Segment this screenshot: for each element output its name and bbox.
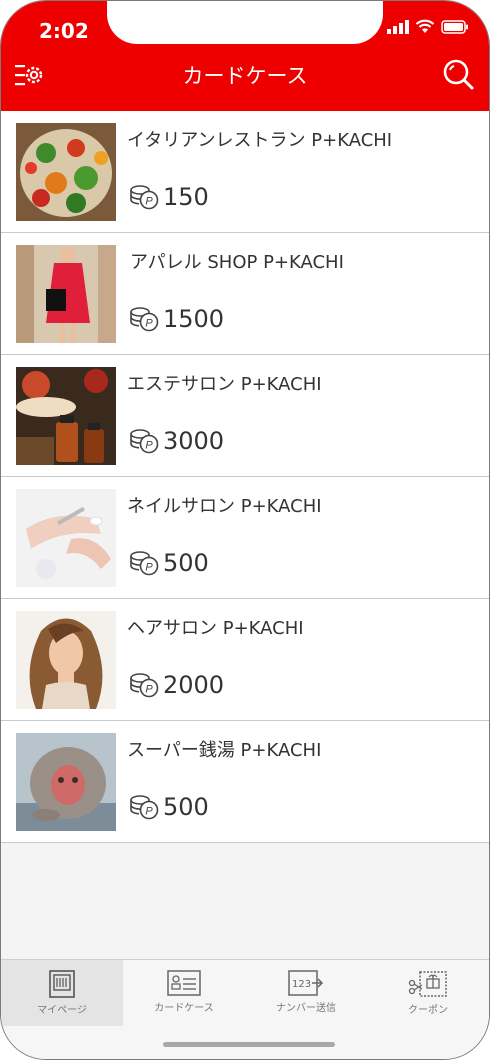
card-name: ネイルサロン P+KACHI [127, 496, 322, 517]
card-list: イタリアンレストラン P+KACHI P 150 アパレル SHOP P+KAC… [1, 111, 489, 843]
tab-label: ナンバー送信 [276, 1003, 336, 1014]
points: P 2000 [129, 671, 224, 699]
svg-text:P: P [145, 196, 153, 208]
point-coin-icon: P [130, 185, 159, 210]
card-row[interactable]: ネイルサロン P+KACHI P 500 [1, 477, 489, 599]
nail-image [16, 489, 116, 587]
status-time: 2:02 [39, 19, 89, 43]
points: P 3000 [129, 427, 224, 455]
search-icon[interactable] [441, 57, 475, 91]
svg-text:P: P [145, 684, 153, 696]
card-name: スーパー銭湯 P+KACHI [127, 740, 322, 761]
home-indicator[interactable] [163, 1042, 335, 1047]
point-coin-icon: P [130, 795, 159, 820]
signal-icon [387, 19, 409, 34]
wifi-icon [415, 19, 435, 33]
card-row[interactable]: スーパー銭湯 P+KACHI P 500 [1, 721, 489, 843]
tab-card-case[interactable]: カードケース [123, 960, 245, 1026]
card-row[interactable]: イタリアンレストラン P+KACHI P 150 [1, 111, 489, 233]
point-coin-icon: P [130, 673, 159, 698]
points: P 1500 [129, 305, 224, 333]
point-value: 2000 [163, 671, 225, 699]
point-coin-icon: P [130, 307, 159, 332]
points: P 500 [129, 793, 209, 821]
tab-label: クーポン [408, 1005, 448, 1016]
device-notch [107, 1, 383, 44]
fashion-image [16, 245, 116, 343]
status-icons [387, 19, 469, 34]
point-value: 150 [163, 183, 209, 211]
aroma-oil-image [16, 367, 116, 465]
point-value: 3000 [163, 427, 225, 455]
card-name: ヘアサロン P+KACHI [127, 618, 304, 639]
hair-model-image [16, 611, 116, 709]
phone-frame: 2:02 カードケース イタリアンレストラン P+KACHI P 150 アパレ… [0, 0, 490, 1060]
mypage-icon [49, 970, 75, 998]
card-case-icon [167, 970, 201, 996]
point-value: 1500 [163, 305, 225, 333]
page-title: カードケース [182, 64, 308, 88]
tab-coupon[interactable]: クーポン [367, 960, 489, 1026]
battery-icon [441, 19, 468, 34]
svg-text:P: P [145, 806, 153, 818]
tab-number-send[interactable]: 123 ナンバー送信 [245, 960, 367, 1026]
coupon-icon [408, 971, 447, 997]
card-name: アパレル SHOP P+KACHI [130, 252, 344, 273]
tab-label: カードケース [154, 1003, 214, 1014]
app-header: 2:02 カードケース [1, 1, 489, 111]
card-row[interactable]: アパレル SHOP P+KACHI P 1500 [1, 233, 489, 355]
card-row[interactable]: エステサロン P+KACHI P 3000 [1, 355, 489, 477]
point-value: 500 [163, 793, 209, 821]
point-coin-icon: P [130, 551, 159, 576]
card-row[interactable]: ヘアサロン P+KACHI P 2000 [1, 599, 489, 721]
points: P 150 [129, 183, 209, 211]
tab-mypage[interactable]: マイページ [1, 960, 123, 1026]
snow-monkey-image [16, 733, 116, 831]
tab-label: マイページ [37, 1005, 87, 1016]
point-coin-icon: P [130, 429, 159, 454]
card-name: エステサロン P+KACHI [127, 374, 322, 395]
point-value: 500 [163, 549, 209, 577]
svg-text:P: P [145, 562, 153, 574]
svg-text:123: 123 [292, 979, 311, 990]
number-send-icon: 123 [288, 970, 324, 996]
points: P 500 [129, 549, 209, 577]
svg-text:P: P [145, 440, 153, 452]
card-name: イタリアンレストラン P+KACHI [127, 130, 393, 151]
salad-image [16, 123, 116, 221]
svg-text:P: P [145, 318, 153, 330]
